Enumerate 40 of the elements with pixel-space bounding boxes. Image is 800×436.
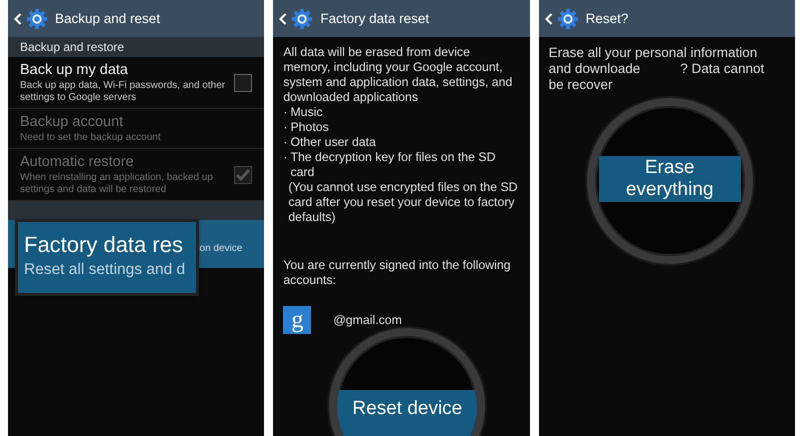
message-text: Erase all your personal information (548, 45, 758, 61)
note-text: (You cannot use encrypted files on the SD card after you reset your device to factory defaults) (287, 180, 519, 225)
list-item: Music (290, 105, 323, 120)
settings-icon (26, 8, 48, 30)
bullet-mark: · (283, 135, 288, 150)
settings-row[interactable]: Back up my data Back up app data, Wi-Fi passwords, and other settings to Google servers (8, 57, 264, 109)
list-item: The decryption key for files on the SD card (290, 150, 496, 180)
screen-title: Backup and reset (55, 11, 160, 26)
account-email: @gmail.com (333, 312, 402, 328)
warning-text: All data will be erased from device memory, including your Google account, system and application data, settings, and downloaded applications (283, 45, 514, 105)
checkbox[interactable] (234, 74, 252, 92)
erase-button[interactable]: Erase everything (598, 156, 741, 202)
settings-icon (556, 8, 579, 30)
screen-title: Reset? (586, 11, 628, 26)
google-icon: g (283, 306, 312, 334)
screen-title: Factory data reset (320, 11, 430, 26)
bullet-mark: · (283, 150, 288, 166)
setting-title: Automatic restore (20, 154, 135, 170)
list-item: Photos (290, 120, 329, 135)
setting-title: Backup account (20, 114, 124, 130)
message-text: and downloade (548, 61, 640, 77)
bullet-mark: · (283, 120, 288, 135)
back-icon[interactable] (14, 12, 22, 24)
setting-title: Back up my data (20, 62, 129, 78)
message-text: ? Data cannot (680, 61, 764, 77)
reset-button[interactable]: Reset device (337, 390, 478, 436)
setting-description: Back up app data, Wi-Fi passwords, and other settings to Google servers (20, 80, 226, 104)
settings-icon (291, 8, 314, 30)
setting-description: Reset all settings and d (24, 261, 186, 279)
setting-description: on device (200, 242, 242, 254)
setting-description: Need to set the backup account (20, 132, 162, 144)
section-header: Backup and restore (8, 37, 264, 57)
setting-description: When reinstalling an application, backed up settings and data will be restored (20, 172, 214, 196)
back-icon[interactable] (279, 12, 288, 24)
accounts-label: You are currently signed into the following accounts: (283, 258, 512, 288)
setting-title: Factory data res (24, 232, 184, 258)
list-item: Other user data (290, 135, 376, 150)
bullet-mark: · (283, 105, 288, 120)
message-text: be recover (548, 77, 612, 93)
back-icon[interactable] (544, 12, 553, 24)
